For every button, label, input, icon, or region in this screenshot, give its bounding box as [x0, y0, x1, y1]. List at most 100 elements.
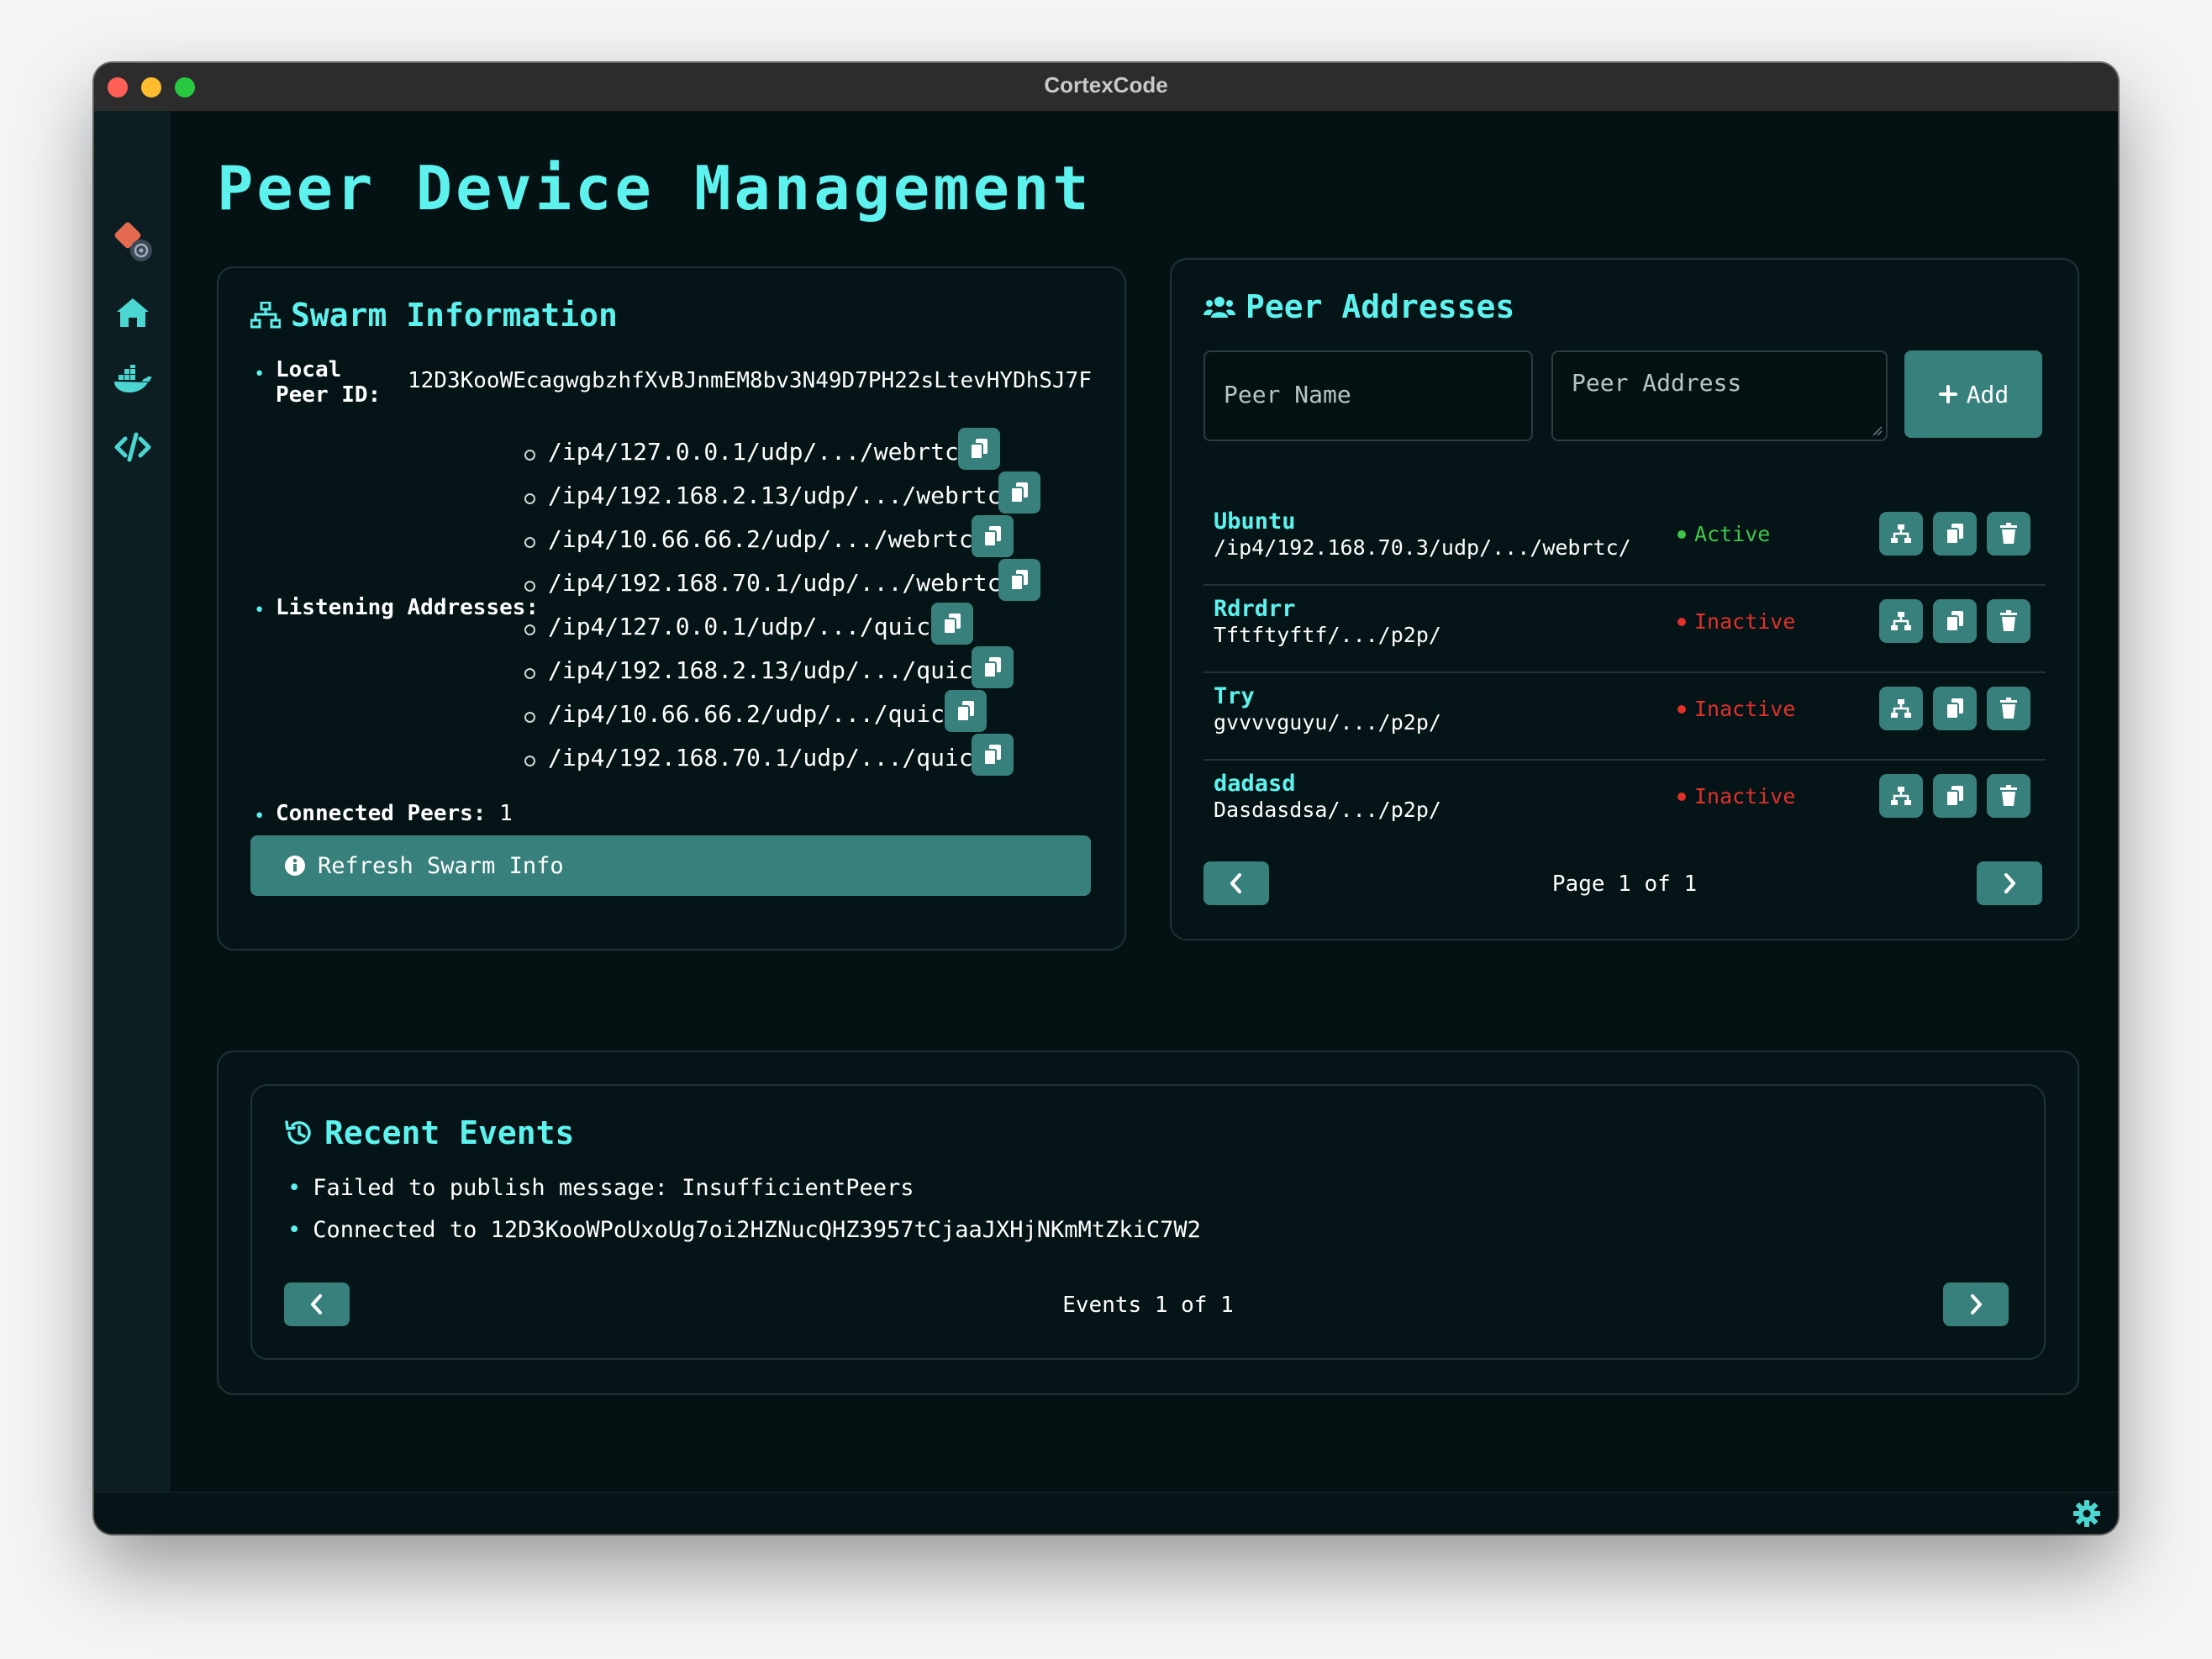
peer-address-textarea[interactable]: Peer Address: [1551, 350, 1888, 441]
listening-address: /ip4/192.168.2.13/udp/.../webrtc/: [548, 482, 1016, 509]
trash-icon: [2000, 785, 2017, 806]
copy-button[interactable]: [931, 603, 973, 645]
trash-icon: [2000, 523, 2017, 544]
status-dot: [1677, 792, 1686, 801]
trash-icon: [2000, 698, 2017, 719]
chevron-right-icon: [2004, 873, 2015, 893]
listening-address: /ip4/127.0.0.1/udp/.../quic/: [548, 613, 945, 640]
copy-icon: [983, 526, 1001, 547]
peer-addresses-title-text: Peer Addresses: [1246, 288, 1515, 325]
peer-name-placeholder: Peer Name: [1224, 381, 1351, 408]
peer-address: /ip4/192.168.70.3/udp/.../webrtc/: [1214, 535, 1631, 560]
peer-address: Dasdasdsa/.../p2p/: [1214, 798, 1441, 822]
connected-label: Connected Peers:: [276, 801, 487, 826]
event-item: • Failed to publish message: Insufficient…: [287, 1175, 914, 1201]
delete-button[interactable]: [1987, 774, 2030, 818]
copy-button[interactable]: [1933, 687, 1977, 730]
copy-button[interactable]: [972, 646, 1014, 688]
peer-row: Try gvvvvguyu/.../p2p/ Inactive: [1203, 673, 2046, 761]
network-button[interactable]: [1879, 774, 1923, 818]
address-bullet: [524, 756, 535, 766]
event-text: Failed to publish message: InsufficientP…: [313, 1175, 914, 1201]
bullet: •: [287, 1217, 302, 1243]
copy-icon: [983, 657, 1001, 678]
peer-addresses-title: Peer Addresses: [1203, 288, 1514, 325]
copy-button[interactable]: [1933, 774, 1977, 818]
events-pagination-label: Events 1 of 1: [1062, 1293, 1234, 1318]
copy-icon: [1946, 524, 1963, 545]
users-icon: [1203, 297, 1235, 318]
status-label: Inactive: [1694, 784, 1796, 808]
app-window: CortexCode Peer Device Management Swarm …: [94, 63, 2118, 1534]
status-bar: [94, 1492, 2118, 1534]
bullet: •: [287, 1175, 302, 1201]
copy-icon: [983, 745, 1001, 766]
trash-icon: [2000, 610, 2017, 631]
recent-events-card: Recent Events • Failed to publish message…: [250, 1084, 2046, 1360]
recent-events-title-text: Recent Events: [324, 1114, 575, 1151]
listening-address: /ip4/192.168.70.1/udp/.../quic/: [548, 744, 988, 772]
copy-button[interactable]: [958, 428, 1000, 470]
copy-button[interactable]: [945, 690, 987, 732]
copy-button[interactable]: [1933, 599, 1977, 643]
pagination-label: Page 1 of 1: [1551, 872, 1698, 897]
add-peer-button[interactable]: Add: [1904, 350, 2042, 438]
peer-row: Rdrdrr Tftftyftf/.../p2p/ Inactive: [1203, 586, 2046, 673]
peer-address-placeholder: Peer Address: [1572, 369, 1742, 397]
next-events-button[interactable]: [1943, 1282, 2009, 1326]
address-bullet: [524, 450, 535, 461]
docker-icon[interactable]: [111, 358, 155, 402]
listening-address: /ip4/192.168.70.1/udp/.../webrtc/: [548, 569, 1016, 597]
copy-button[interactable]: [998, 559, 1040, 601]
peer-name: Ubuntu: [1214, 508, 1296, 535]
network-button[interactable]: [1879, 599, 1923, 643]
status-dot: [1677, 704, 1686, 714]
events-section: Recent Events • Failed to publish message…: [217, 1051, 2079, 1395]
delete-button[interactable]: [1987, 687, 2030, 730]
resize-handle-icon[interactable]: [1871, 424, 1883, 436]
gear-icon[interactable]: [2072, 1499, 2101, 1528]
event-text: Connected to 12D3KooWPoUxoUg7oi2HZNucQHZ…: [313, 1217, 1201, 1243]
network-button[interactable]: [1879, 687, 1923, 730]
add-peer-label: Add: [1966, 380, 2009, 408]
connected-count: 1: [499, 801, 513, 826]
delete-button[interactable]: [1987, 599, 2030, 643]
connected-peers: Connected Peers: 1: [276, 801, 513, 826]
listening-address: /ip4/10.66.66.2/udp/.../webrtc/: [548, 525, 988, 553]
copy-button[interactable]: [972, 515, 1014, 557]
peer-name-input[interactable]: Peer Name: [1203, 350, 1533, 441]
bullet: •: [254, 364, 266, 385]
swarm-info-card: Swarm Information • Local Peer ID: 12D3K…: [217, 266, 1126, 951]
status-label: Inactive: [1694, 697, 1796, 721]
refresh-swarm-label: Refresh Swarm Info: [318, 852, 564, 879]
copy-button[interactable]: [1933, 512, 1977, 556]
home-icon[interactable]: [111, 291, 155, 334]
title-bar: CortexCode: [94, 63, 2118, 112]
address-bullet: [524, 668, 535, 679]
copy-icon: [970, 439, 988, 460]
network-icon: [250, 302, 281, 329]
sidebar: [94, 111, 171, 1493]
peer-address: gvvvvguyu/.../p2p/: [1214, 710, 1441, 735]
window-title: CortexCode: [1044, 72, 1168, 97]
network-icon: [1891, 787, 1911, 805]
main-content: Peer Device Management Swarm Information…: [171, 111, 2118, 1493]
address-bullet: [524, 537, 535, 548]
listening-address: /ip4/10.66.66.2/udp/.../quic/: [548, 700, 959, 728]
logo-icon[interactable]: [111, 220, 155, 264]
copy-button[interactable]: [998, 471, 1040, 514]
copy-icon: [943, 614, 961, 635]
peer-name: Try: [1214, 683, 1255, 709]
network-icon: [1891, 524, 1911, 543]
code-icon[interactable]: [111, 425, 155, 469]
refresh-swarm-button[interactable]: Refresh Swarm Info: [250, 835, 1091, 896]
copy-icon: [1010, 482, 1028, 503]
status-badge: Inactive: [1677, 697, 1795, 721]
plus-icon: [1938, 385, 1957, 403]
delete-button[interactable]: [1987, 512, 2030, 556]
network-button[interactable]: [1879, 512, 1923, 556]
address-bullet: [524, 581, 535, 592]
next-page-button[interactable]: [1977, 861, 2042, 905]
copy-button[interactable]: [972, 734, 1014, 776]
status-badge: Inactive: [1677, 784, 1795, 808]
